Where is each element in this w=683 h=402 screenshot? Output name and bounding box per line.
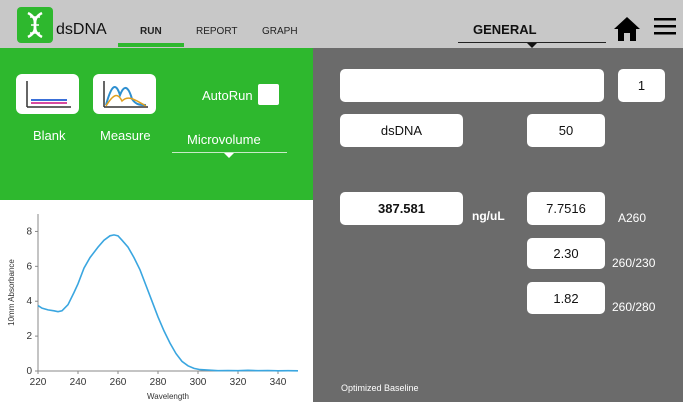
measure-button[interactable]: [93, 74, 156, 114]
y-tick-label: 8: [26, 226, 32, 237]
blank-spectrum-icon: [25, 81, 71, 108]
absorbance-chart-svg: 220 240 260 280 300 320 340 0 2 4 6 8 Wavelength 10mm…: [7, 214, 299, 401]
home-icon[interactable]: [614, 16, 640, 42]
absorbance-chart: 220 240 260 280 300 320 340 0 2 4 6 8 Wavelength 10mm…: [0, 200, 313, 402]
blank-button[interactable]: [16, 74, 79, 114]
y-axis-label: 10mm Absorbance: [7, 259, 16, 326]
ratio-260-230-value: 2.30: [527, 238, 605, 269]
mode-dropdown[interactable]: GENERAL: [473, 22, 537, 37]
x-tick-label: 320: [230, 377, 247, 388]
concentration-value: 387.581: [340, 192, 463, 225]
app-title: dsDNA: [56, 21, 107, 38]
x-tick-label: 300: [190, 377, 207, 388]
sample-type-field[interactable]: dsDNA: [340, 114, 463, 147]
autorun-label: AutoRun: [202, 88, 253, 103]
sample-name-field[interactable]: [340, 69, 604, 102]
y-tick-label: 6: [26, 261, 32, 272]
measurement-controls: [0, 48, 313, 200]
measure-spectrum-icon: [102, 81, 148, 108]
volume-mode-dropdown[interactable]: Microvolume: [187, 132, 261, 147]
x-tick-label: 340: [270, 377, 287, 388]
x-axis-label: Wavelength: [147, 392, 189, 401]
y-tick-label: 0: [26, 366, 32, 377]
ratio-260-280-value: 1.82: [527, 282, 605, 314]
sample-count-field[interactable]: 1: [618, 69, 665, 102]
ratio-260-280-label: 260/280: [612, 300, 656, 314]
concentration-unit: ng/uL: [472, 209, 505, 223]
active-tab-indicator: [118, 43, 184, 47]
baseline-note: Optimized Baseline: [341, 383, 419, 393]
a260-value: 7.7516: [527, 192, 605, 225]
y-tick-label: 2: [26, 331, 32, 342]
x-tick-label: 280: [150, 377, 167, 388]
measure-label: Measure: [100, 128, 151, 143]
top-bar: dsDNA RUN REPORT GRAPH GENERAL: [0, 0, 683, 48]
autorun-checkbox[interactable]: [258, 84, 279, 105]
dna-logo-icon: [17, 7, 53, 43]
hamburger-menu-icon[interactable]: [654, 16, 676, 38]
x-tick-label: 260: [110, 377, 127, 388]
tab-graph[interactable]: GRAPH: [262, 26, 298, 37]
y-tick-label: 4: [26, 296, 32, 307]
absorbance-series-line: [37, 234, 299, 372]
blank-label: Blank: [33, 128, 66, 143]
ratio-260-230-label: 260/230: [612, 256, 656, 270]
chevron-down-icon[interactable]: [224, 153, 234, 158]
tab-run[interactable]: RUN: [140, 26, 162, 37]
x-tick-label: 220: [30, 377, 47, 388]
a260-label: A260: [618, 211, 647, 225]
x-tick-label: 240: [70, 377, 87, 388]
factor-field[interactable]: 50: [527, 114, 605, 147]
tab-report[interactable]: REPORT: [196, 26, 238, 37]
